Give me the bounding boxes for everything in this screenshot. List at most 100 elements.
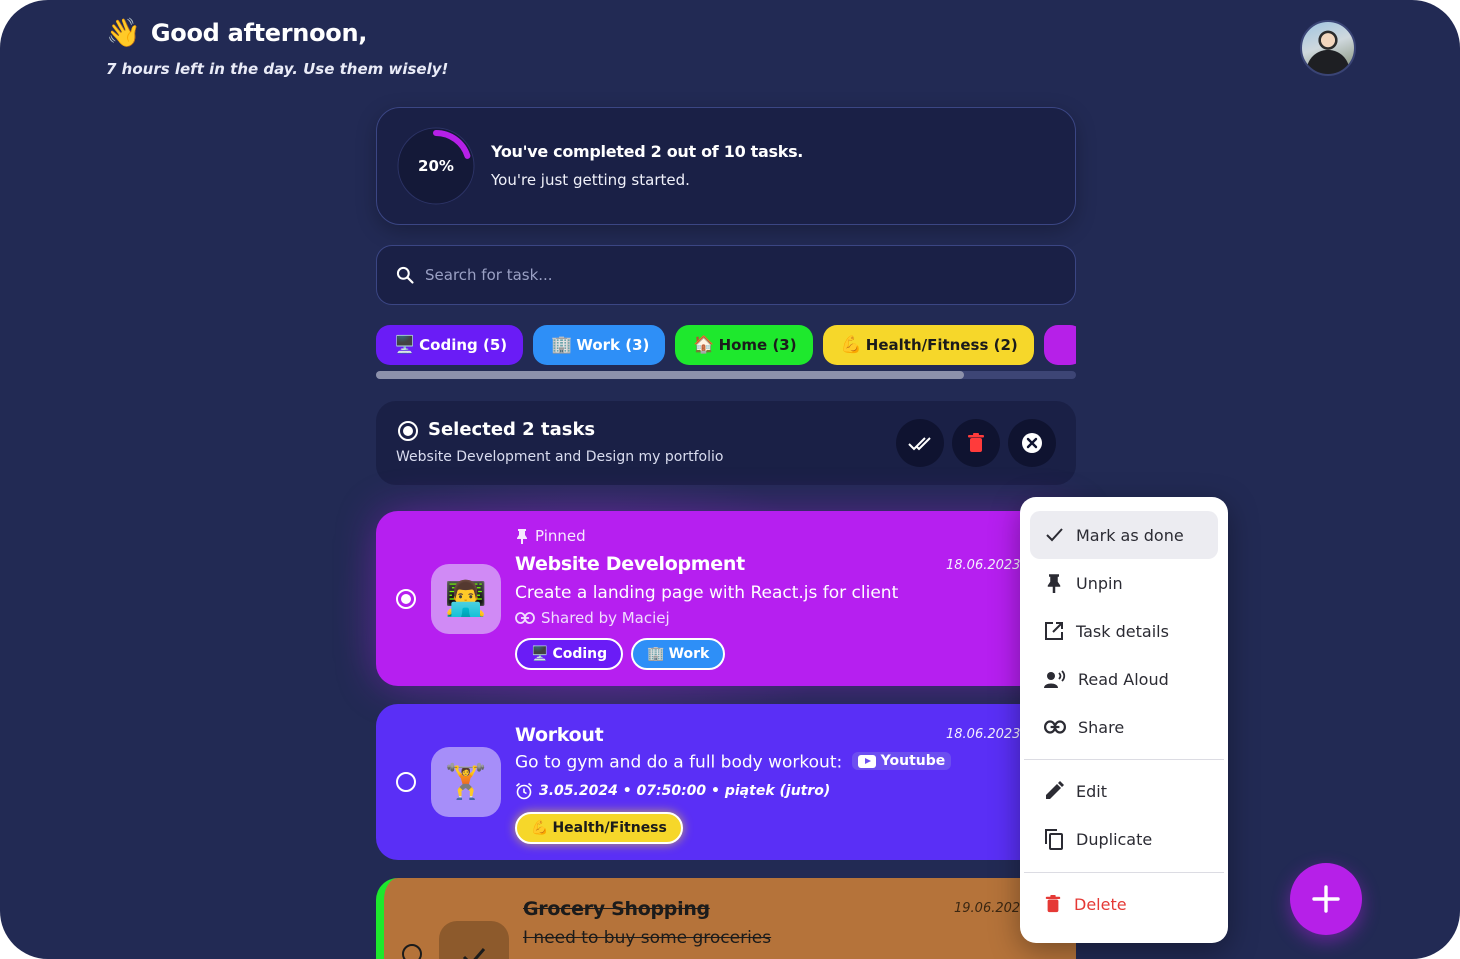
task-title: Website Development bbox=[515, 553, 745, 575]
task-description: I need to buy some groceries bbox=[523, 928, 772, 948]
selection-bar: Selected 2 tasks Website Development and… bbox=[376, 401, 1076, 485]
menu-item-label: Delete bbox=[1074, 894, 1127, 914]
menu-item-label: Read Aloud bbox=[1078, 669, 1169, 689]
progress-title: You've completed 2 out of 10 tasks. bbox=[491, 142, 804, 161]
desktop-computer-icon: 🖥️ bbox=[394, 335, 416, 355]
task-tag-work[interactable]: 🏢 Work bbox=[631, 638, 726, 670]
task-tag-coding[interactable]: 🖥️ Coding bbox=[515, 638, 624, 670]
task-date: 19.06.2023 bbox=[954, 901, 1029, 916]
app-window: 👋 Good afternoon, 7 hours left in the da… bbox=[0, 0, 1460, 959]
menu-item-share[interactable]: Share bbox=[1030, 703, 1218, 751]
menu-divider bbox=[1024, 759, 1224, 760]
delete-selected-button[interactable] bbox=[952, 419, 1000, 467]
technologist-icon: 👨‍💻 bbox=[444, 579, 488, 619]
youtube-link[interactable]: Youtube bbox=[851, 752, 952, 770]
search-icon bbox=[396, 266, 414, 284]
greeting-subtitle: 7 hours left in the day. Use them wisely… bbox=[106, 60, 449, 78]
trash-icon bbox=[968, 433, 984, 452]
menu-item-label: Unpin bbox=[1076, 573, 1123, 593]
task-card[interactable]: 🏋️ Workout 18.06.2023 Go to gym and do a… bbox=[376, 704, 1076, 860]
shared-by-label: Shared by Maciej bbox=[541, 609, 670, 627]
close-circle-icon bbox=[1022, 433, 1042, 453]
progress-card: 20% You've completed 2 out of 10 tasks. … bbox=[376, 107, 1076, 225]
desktop-computer-icon: 🖥️ bbox=[531, 646, 549, 662]
tag-label: Coding bbox=[552, 646, 608, 662]
menu-item-delete[interactable]: Delete bbox=[1030, 880, 1218, 928]
menu-item-unpin[interactable]: Unpin bbox=[1030, 559, 1218, 607]
tag-label: Health/Fitness bbox=[552, 820, 667, 836]
alarm-clock-icon bbox=[515, 782, 533, 800]
plus-icon bbox=[1312, 885, 1340, 913]
greeting-title: Good afternoon, bbox=[150, 19, 368, 47]
scrollbar-thumb[interactable] bbox=[376, 371, 964, 379]
menu-item-duplicate[interactable]: Duplicate bbox=[1030, 815, 1218, 863]
task-reminder: 3.05.2024 • 07:50:00 • piątek (jutro) bbox=[515, 782, 830, 800]
flexed-biceps-icon: 💪 bbox=[531, 820, 549, 836]
cancel-selection-button[interactable] bbox=[1008, 419, 1056, 467]
category-label: Health/Fitness (2) bbox=[865, 336, 1018, 354]
menu-item-label: Task details bbox=[1076, 621, 1169, 641]
category-chip-health-fitness[interactable]: 💪 Health/Fitness (2) bbox=[822, 325, 1034, 365]
task-icon: 👨‍💻 bbox=[431, 564, 501, 634]
waving-hand-icon: 👋 bbox=[106, 16, 141, 49]
category-scrollbar[interactable] bbox=[376, 371, 1076, 379]
task-select-radio[interactable] bbox=[396, 772, 416, 792]
task-card[interactable]: 👨‍💻 Pinned Website Development 18.06.202… bbox=[376, 511, 1076, 686]
task-select-radio[interactable] bbox=[396, 589, 416, 609]
pinned-label: Pinned bbox=[535, 527, 586, 545]
house-icon: 🏠 bbox=[693, 335, 715, 355]
task-select-radio[interactable] bbox=[402, 944, 422, 959]
search-input[interactable] bbox=[425, 266, 1025, 284]
open-in-new-icon bbox=[1045, 622, 1063, 640]
task-date: 18.06.2023 bbox=[946, 727, 1021, 742]
menu-item-task-details[interactable]: Task details bbox=[1030, 607, 1218, 655]
add-task-button[interactable] bbox=[1290, 863, 1362, 935]
category-label: Coding (5) bbox=[419, 336, 508, 354]
task-card[interactable]: Grocery Shopping 19.06.2023 I need to bu… bbox=[376, 878, 1076, 959]
menu-item-label: Edit bbox=[1076, 781, 1107, 801]
category-label: Home (3) bbox=[718, 336, 797, 354]
reminder-label: 3.05.2024 • 07:50:00 • piątek (jutro) bbox=[539, 783, 831, 799]
menu-item-label: Duplicate bbox=[1076, 829, 1153, 849]
task-tags: 💪 Health/Fitness bbox=[515, 812, 683, 844]
task-title: Grocery Shopping bbox=[523, 898, 710, 920]
task-title: Workout bbox=[515, 724, 604, 746]
category-chip-home[interactable]: 🏠 Home (3) bbox=[675, 325, 813, 365]
youtube-link-label: Youtube bbox=[880, 753, 946, 769]
task-tag-health-fitness[interactable]: 💪 Health/Fitness bbox=[515, 812, 683, 844]
weight-lifter-icon: 🏋️ bbox=[444, 762, 488, 802]
selection-title: Selected 2 tasks bbox=[428, 419, 596, 440]
category-chips: 🖥️ Coding (5) 🏢 Work (3) 🏠 Home (3) 💪 He… bbox=[376, 325, 1076, 367]
menu-item-label: Share bbox=[1078, 717, 1125, 737]
task-date: 18.06.2023 bbox=[946, 558, 1021, 573]
menu-item-label: Mark as done bbox=[1076, 525, 1184, 545]
selection-subtitle: Website Development and Design my portfo… bbox=[396, 449, 724, 465]
task-description-text: Go to gym and do a full body workout: bbox=[515, 752, 843, 773]
category-chip-partial[interactable] bbox=[1043, 325, 1076, 365]
link-icon bbox=[1044, 720, 1066, 734]
category-chip-work[interactable]: 🏢 Work (3) bbox=[533, 325, 666, 365]
pinned-indicator: Pinned bbox=[515, 527, 586, 545]
mark-selected-done-button[interactable] bbox=[896, 419, 944, 467]
user-avatar[interactable] bbox=[1300, 20, 1356, 76]
search-box[interactable] bbox=[376, 245, 1076, 305]
menu-item-mark-as-done[interactable]: Mark as done bbox=[1030, 511, 1218, 559]
task-shared: Shared by Maciej bbox=[515, 609, 670, 627]
youtube-icon bbox=[857, 754, 876, 768]
task-icon bbox=[439, 921, 509, 959]
flexed-biceps-icon: 💪 bbox=[840, 335, 862, 355]
trash-icon bbox=[1045, 895, 1061, 913]
double-check-icon bbox=[908, 437, 931, 451]
category-chip-coding[interactable]: 🖥️ Coding (5) bbox=[376, 325, 524, 365]
menu-item-read-aloud[interactable]: Read Aloud bbox=[1030, 655, 1218, 703]
pencil-icon bbox=[1046, 781, 1064, 799]
category-label: Work (3) bbox=[576, 336, 650, 354]
menu-item-edit[interactable]: Edit bbox=[1030, 767, 1218, 815]
link-icon bbox=[515, 612, 535, 624]
record-voice-icon bbox=[1044, 670, 1066, 688]
progress-subtitle: You're just getting started. bbox=[491, 171, 690, 189]
check-icon bbox=[462, 948, 486, 959]
office-building-icon: 🏢 bbox=[551, 335, 573, 355]
menu-divider bbox=[1024, 872, 1224, 873]
greeting: 👋 Good afternoon, bbox=[106, 16, 367, 50]
